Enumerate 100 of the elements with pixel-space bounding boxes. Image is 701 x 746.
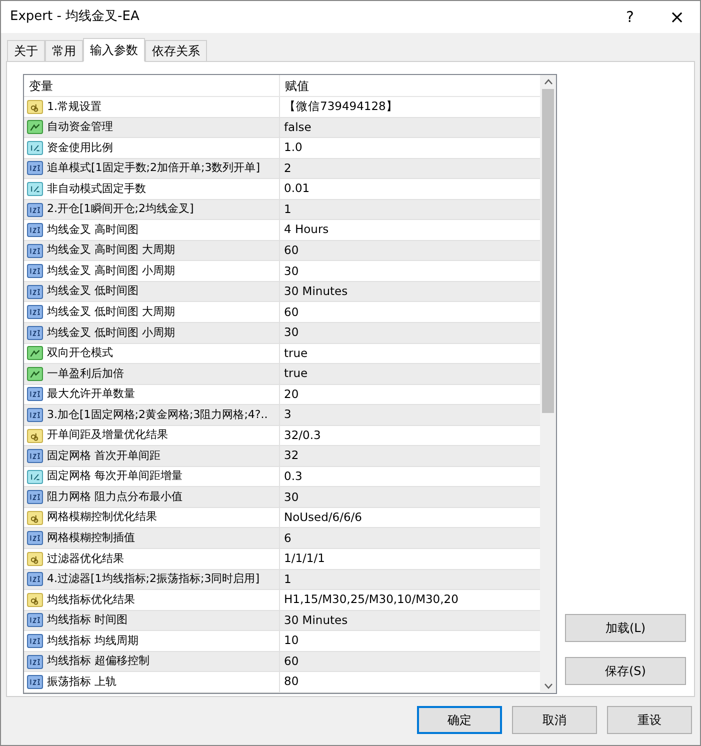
number-type-icon [27,449,43,464]
text-type-icon [27,552,43,566]
help-button[interactable]: ? [610,1,650,33]
number-type-icon [27,675,43,690]
parameter-name: 均线金叉 高时间图 大周期 [47,242,175,258]
tab[interactable]: 依存关系 [145,40,207,61]
parameter-name: 追单模式[1固定手数;2加倍开单;3数列开单] [47,160,260,176]
side-button[interactable]: 加载(L) [565,614,686,642]
column-header[interactable]: 变量 [24,75,280,96]
parameter-name: 均线指标 时间图 [47,612,128,628]
parameter-name: 均线指标优化结果 [47,592,135,608]
text-type-icon [27,592,43,607]
parameter-name: 均线金叉 低时间图 大周期 [47,304,175,320]
parameter-name: 阻力网格 阻力点分布最小值 [47,488,182,505]
text-type-icon [27,428,43,443]
scroll-down-icon[interactable] [544,683,552,689]
window-title: Expert - 均线金叉-EA [10,8,140,26]
parameter-value[interactable]: 6 [284,530,292,547]
parameter-name: 固定网格 每次开单间距增量 [47,468,182,484]
parameter-value[interactable]: 10 [284,632,299,650]
number-type-icon [27,161,43,176]
parameter-value[interactable]: 1/1/1/1 [284,550,325,568]
parameter-name: 过滤器优化结果 [47,550,124,567]
parameter-value[interactable]: 20 [284,386,299,404]
scrollbar[interactable] [540,75,556,693]
number-type-icon [27,284,43,299]
parameter-value[interactable]: 30 [284,262,299,280]
parameter-value[interactable]: 32 [284,447,299,465]
number-type-icon [27,634,43,648]
dialog-button[interactable]: 确定 [417,706,502,734]
parameter-name: 最大允许开单数量 [47,386,135,402]
close-button[interactable]: × [654,1,700,33]
parameter-value[interactable]: 60 [284,652,299,670]
number-type-icon [27,531,43,546]
dialog-button[interactable]: 取消 [512,706,597,734]
parameter-name: 双向开仓模式 [47,345,113,362]
parameter-value[interactable]: 2 [284,160,292,178]
parameter-value[interactable]: 60 [284,304,299,321]
parameter-value[interactable]: 【微信739494128】 [284,98,398,116]
number-type-icon [27,326,43,340]
decimal-type-icon [27,470,43,484]
bool-type-icon [27,346,43,360]
parameter-name: 固定网格 首次开单间距 [47,448,160,464]
parameter-name: 均线指标 均线周期 [47,632,138,649]
parameter-value[interactable]: true [284,344,308,362]
parameter-name: 均线指标 超偏移控制 [47,653,150,670]
number-type-icon [27,572,43,586]
parameter-value[interactable]: 80 [284,673,299,691]
parameter-value[interactable]: 4 Hours [284,221,329,239]
number-type-icon [27,387,43,402]
tab[interactable]: 关于 [7,40,45,61]
tab[interactable]: 常用 [45,40,83,61]
parameter-name: 均线金叉 低时间图 小周期 [47,324,175,341]
scroll-up-icon[interactable] [544,79,552,85]
parameter-name: 振荡指标 上轨 [47,674,116,690]
parameter-value[interactable]: 1 [284,570,292,588]
parameter-name: 均线金叉 高时间图 小周期 [47,262,175,279]
side-button[interactable]: 保存(S) [565,657,686,685]
parameter-name: 1.常规设置 [47,98,102,115]
parameter-name: 3.加仓[1固定网格;2黄金网格;3阻力网格;4?.. [47,406,268,423]
parameter-value[interactable]: H1,15/M30,25/M30,10/M30,20 [284,591,458,609]
bool-type-icon [27,366,43,381]
parameter-value[interactable]: NoUsed/6/6/6 [284,509,362,526]
parameter-value[interactable]: 30 Minutes [284,612,348,630]
column-header[interactable]: 赋值 [280,75,540,96]
parameter-value[interactable]: 0.01 [284,180,310,198]
parameter-name: 一单盈利后加倍 [47,366,124,382]
parameter-name: 开单间距及增量优化结果 [47,427,168,444]
text-type-icon [27,510,43,525]
parameter-value[interactable]: 30 [284,324,299,342]
parameter-name: 2.开仓[1瞬间开仓;2均线金叉] [47,201,194,218]
parameter-name: 均线金叉 低时间图 [47,283,138,300]
parameter-value[interactable]: 60 [284,242,299,260]
bool-type-icon [27,120,43,134]
number-type-icon [27,490,43,504]
decimal-type-icon [27,182,43,196]
decimal-type-icon [27,140,43,155]
parameter-value[interactable]: 0.3 [284,468,302,486]
number-type-icon [27,202,43,216]
parameter-name: 均线金叉 高时间图 [47,222,138,238]
number-type-icon [27,408,43,422]
parameter-name: 网格模糊控制插值 [47,530,135,546]
parameter-value[interactable]: 30 Minutes [284,283,348,300]
parameter-value[interactable]: false [284,118,312,136]
tab[interactable]: 输入参数 [83,38,145,62]
number-type-icon [27,305,43,320]
parameter-name: 非自动模式固定手数 [47,180,146,197]
parameter-value[interactable]: 32/0.3 [284,426,321,444]
parameter-name: 资金使用比例 [47,140,113,156]
parameter-name: 自动资金管理 [47,119,113,136]
parameter-value[interactable]: 1 [284,200,292,218]
scroll-thumb[interactable] [542,89,554,413]
parameter-value[interactable]: 30 [284,488,299,506]
number-type-icon [27,244,43,258]
parameter-value[interactable]: 3 [284,406,292,424]
dialog-button[interactable]: 重设 [607,706,692,734]
number-type-icon [27,654,43,669]
parameter-value[interactable]: 1.0 [284,139,302,156]
parameter-value[interactable]: true [284,365,308,382]
parameter-name: 4.过滤器[1均线指标;2振荡指标;3同时启用] [47,571,260,588]
